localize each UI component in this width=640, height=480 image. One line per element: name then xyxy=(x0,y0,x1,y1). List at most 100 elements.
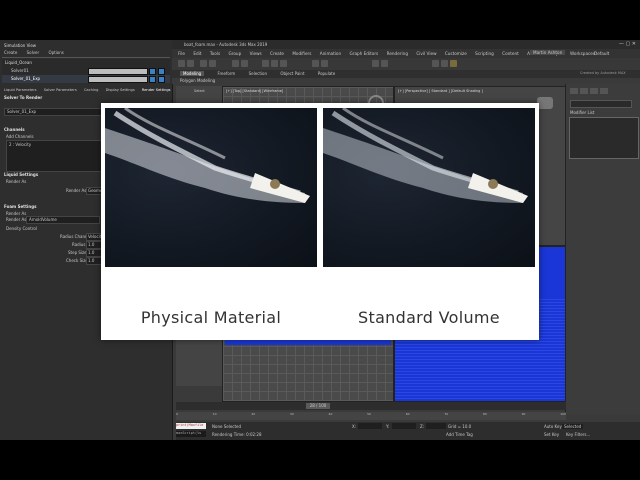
sign-in-button[interactable]: Martin Ashton xyxy=(530,50,566,55)
standard-volume-caption: Standard Volume xyxy=(358,308,500,327)
create-tab-icon[interactable] xyxy=(570,88,578,94)
menu-solver[interactable]: Solver xyxy=(27,50,40,55)
tick-label: 60 xyxy=(405,412,410,416)
set-key-button[interactable]: Set Key xyxy=(544,432,559,437)
menu-create[interactable]: Create xyxy=(4,50,17,55)
solver-play-icon[interactable] xyxy=(149,76,156,83)
menu-options[interactable]: Options xyxy=(48,50,63,55)
solver-options-icon[interactable] xyxy=(158,76,165,83)
tab-solver-parameters[interactable]: Solver Parameters xyxy=(44,88,77,92)
z-field[interactable] xyxy=(426,423,446,429)
status-bar: print(Maxfile maxScript(%s None Selected… xyxy=(176,422,640,440)
frame-counter: 28 / 100 xyxy=(309,403,327,408)
move-icon[interactable] xyxy=(262,60,269,67)
x-field[interactable] xyxy=(358,423,382,429)
hierarchy-tab-icon[interactable] xyxy=(590,88,598,94)
tree-root-row[interactable]: Liquid_Ocean xyxy=(2,59,170,67)
scale-icon[interactable] xyxy=(280,60,287,67)
undo-icon[interactable] xyxy=(178,60,185,67)
mirror-icon[interactable] xyxy=(372,60,379,67)
foam-settings-heading: Foam Settings xyxy=(4,204,37,209)
tab-liquid-parameters[interactable]: Liquid Parameters xyxy=(4,88,37,92)
align-icon[interactable] xyxy=(381,60,388,67)
menu-rendering[interactable]: Rendering xyxy=(387,51,408,56)
boat-foam-image-left xyxy=(105,108,310,203)
menu-create[interactable]: Create xyxy=(270,51,284,56)
tick-label: 100 xyxy=(560,412,566,416)
select-region-icon[interactable] xyxy=(241,60,248,67)
tab-display-settings[interactable]: Display Settings xyxy=(106,88,135,92)
modifier-list-dropdown[interactable]: Modifier List xyxy=(570,110,594,115)
redo-icon[interactable] xyxy=(187,60,194,67)
y-field[interactable] xyxy=(392,423,416,429)
tab-render-settings[interactable]: Render Settings xyxy=(142,88,171,92)
step-size-field[interactable]: 1.0 xyxy=(86,249,102,257)
panel-tabs: Liquid Parameters Solver Parameters Cach… xyxy=(4,88,177,92)
material-editor-icon[interactable] xyxy=(432,60,439,67)
channels-list[interactable]: 2 : Velocity xyxy=(6,140,108,172)
render-icon[interactable] xyxy=(450,60,457,67)
rotate-icon[interactable] xyxy=(271,60,278,67)
ribbon-tab-populate[interactable]: Populate xyxy=(318,71,335,76)
ribbon-tab-object-paint[interactable]: Object Paint xyxy=(280,71,304,76)
solver-to-render-value: Solver_01_Exp xyxy=(7,109,37,114)
object-name-field[interactable] xyxy=(570,100,632,108)
tick-label: 90 xyxy=(521,412,526,416)
ribbon-tab-selection[interactable]: Selection xyxy=(249,71,267,76)
solver-options-icon[interactable] xyxy=(158,68,165,75)
unlink-icon[interactable] xyxy=(209,60,216,67)
time-slider[interactable]: 28 / 100 xyxy=(176,402,566,410)
menu-modifiers[interactable]: Modifiers xyxy=(292,51,311,56)
maxscript-listener[interactable]: print(Maxfile xyxy=(176,423,206,429)
menu-group[interactable]: Group xyxy=(228,51,241,56)
menu-customize[interactable]: Customize xyxy=(445,51,467,56)
solver-row-1[interactable]: Solver01 xyxy=(2,67,170,75)
modifier-stack[interactable] xyxy=(569,117,639,159)
z-label: Z: xyxy=(420,424,425,429)
key-filters-button[interactable]: Key Filters... xyxy=(566,432,590,437)
check-size-field[interactable]: 1.0 xyxy=(86,257,102,265)
auto-key-button[interactable]: Auto Key xyxy=(544,424,562,429)
maxscript-input[interactable]: maxScript(%s xyxy=(176,431,206,437)
solver-play-icon[interactable] xyxy=(149,68,156,75)
angle-snap-icon[interactable] xyxy=(321,60,328,67)
viewport-top-label[interactable]: [+] [Top] [Standard] [Wireframe] xyxy=(226,89,283,93)
window-controls[interactable]: — ▢ ✕ xyxy=(619,41,636,47)
radius-field[interactable]: 1.0 xyxy=(86,241,102,249)
render-setup-icon[interactable] xyxy=(441,60,448,67)
menu-graph-editors[interactable]: Graph Editors xyxy=(349,51,378,56)
trackbar[interactable]: 0 10 20 30 40 50 60 70 80 90 100 xyxy=(176,412,566,420)
viewcube-icon[interactable] xyxy=(537,97,553,109)
window-title: boat_foam.max - Autodesk 3ds Max 2019 xyxy=(184,42,268,47)
menu-civil-view[interactable]: Civil View xyxy=(416,51,436,56)
ribbon-tab-modeling[interactable]: Modeling xyxy=(180,71,205,76)
menu-file[interactable]: File xyxy=(178,51,185,56)
radius-channel-dropdown[interactable]: Velocit xyxy=(86,233,102,241)
solver-row-2[interactable]: Solver_01_Exp xyxy=(2,75,170,83)
selected-dropdown[interactable]: Selected xyxy=(562,424,584,429)
viewport-perspective-label[interactable]: [+] [Perspective] [ Standard ] [Default … xyxy=(398,89,483,93)
modify-tab-icon[interactable] xyxy=(580,88,588,94)
menu-animation[interactable]: Animation xyxy=(320,51,341,56)
menu-edit[interactable]: Edit xyxy=(193,51,201,56)
select-icon[interactable] xyxy=(232,60,239,67)
window-titlebar: boat_foam.max - Autodesk 3ds Max 2019 — … xyxy=(172,40,640,49)
channel-item[interactable]: 2 : Velocity xyxy=(9,142,31,147)
radius-value: 1.0 xyxy=(88,242,95,247)
ribbon-tab-freeform[interactable]: Freeform xyxy=(217,71,235,76)
time-slider-thumb[interactable]: 28 / 100 xyxy=(306,403,330,409)
workspace-dropdown[interactable]: Default xyxy=(594,51,609,56)
render-as2-dropdown[interactable]: Geome xyxy=(86,187,102,195)
menu-views[interactable]: Views xyxy=(250,51,262,56)
polygon-modeling-label[interactable]: Polygon Modeling xyxy=(180,78,215,83)
menu-content[interactable]: Content xyxy=(502,51,519,56)
tab-caching[interactable]: Caching xyxy=(84,88,99,92)
foam-render-as-dropdown[interactable]: ArnoldVolume xyxy=(26,216,100,224)
motion-tab-icon[interactable] xyxy=(600,88,608,94)
snap-icon[interactable] xyxy=(312,60,319,67)
link-icon[interactable] xyxy=(200,60,207,67)
menu-scripting[interactable]: Scripting xyxy=(475,51,494,56)
add-time-tag-button[interactable]: Add Time Tag xyxy=(446,432,473,437)
menu-tools[interactable]: Tools xyxy=(210,51,220,56)
select-label[interactable]: Select xyxy=(194,89,205,93)
